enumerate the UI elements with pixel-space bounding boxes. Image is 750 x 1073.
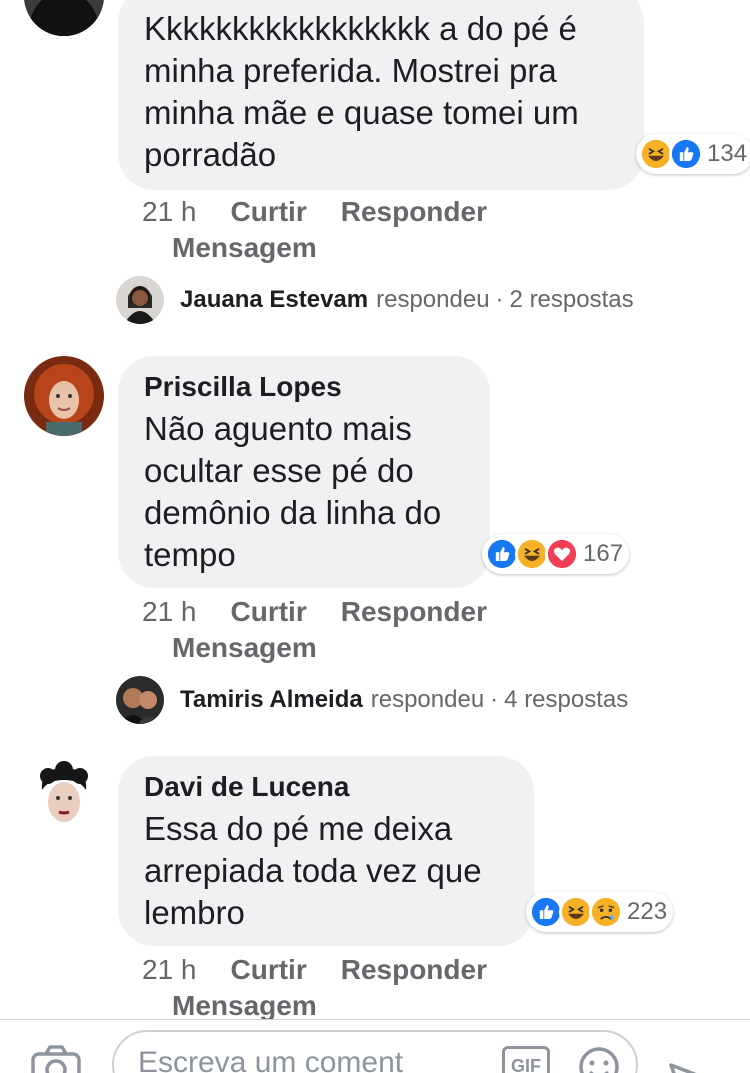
comment-bubble: Priscilla Lopes Não aguento mais ocultar… [118,356,490,588]
love-reaction-icon [545,537,579,571]
reply-author: Jauana Estevam [180,286,369,313]
reaction-summary[interactable]: 134 [636,134,750,174]
reply-count: 4 respostas [504,686,629,713]
like-reaction-icon [529,895,563,929]
reply-preview[interactable]: Jauana Estevam respondeu · 2 respostas [116,276,634,324]
camera-icon[interactable] [30,1044,82,1073]
reaction-count: 134 [707,140,748,167]
commenter-avatar[interactable] [24,0,104,36]
reaction-summary[interactable]: 167 [482,534,630,574]
like-button[interactable]: Curtir [231,954,307,985]
comment-time[interactable]: 21 h [142,596,197,627]
comment-text: Essa do pé me deixa arrepiada toda vez q… [144,810,482,931]
commenter-avatar[interactable] [24,356,104,436]
comment-time[interactable]: 21 h [142,954,197,985]
haha-reaction-icon [559,895,593,929]
reply-separator: · [495,286,504,313]
comment-author[interactable]: Davi de Lucena [144,770,508,804]
like-button[interactable]: Curtir [231,596,307,627]
comment-bubble: Kkkkkkkkkkkkkkkkk a do pé é minha prefer… [118,0,644,190]
reply-button[interactable]: Responder [341,596,487,627]
reply-separator: · [490,686,499,713]
comment-text: Não aguento mais ocultar esse pé do demô… [144,410,442,573]
emoji-icon[interactable] [578,1046,620,1073]
comment-input[interactable]: Escreva um coment [112,1030,638,1073]
reaction-summary[interactable]: 223 [526,892,674,932]
commenter-avatar[interactable] [24,756,104,836]
reaction-count: 167 [583,540,624,567]
like-reaction-icon [669,137,703,171]
send-icon[interactable] [668,1062,718,1073]
sad-reaction-icon [589,895,623,929]
reply-button[interactable]: Responder [341,196,487,227]
haha-reaction-icon [639,137,673,171]
gif-icon[interactable]: GIF [502,1046,550,1073]
reply-avatar [116,276,164,324]
comment-bubble: Davi de Lucena Essa do pé me deixa arrep… [118,756,534,946]
comment-composer: Escreva um coment GIF [0,1019,750,1073]
reply-count: 2 respostas [509,286,634,313]
reply-verb: respondeu [376,286,490,313]
message-button[interactable]: Mensagem [142,630,521,666]
comment-time[interactable]: 21 h [142,196,197,227]
like-reaction-icon [485,537,519,571]
comment-actions: 21 h Curtir Responder Mensagem [142,952,521,1024]
like-button[interactable]: Curtir [231,196,307,227]
reply-avatar [116,676,164,724]
reply-button[interactable]: Responder [341,954,487,985]
reply-author: Tamiris Almeida [180,686,363,713]
message-button[interactable]: Mensagem [142,230,521,266]
comment-text: Kkkkkkkkkkkkkkkkk a do pé é minha prefer… [144,10,579,173]
haha-reaction-icon [515,537,549,571]
reply-verb: respondeu [370,686,485,713]
reaction-count: 223 [627,898,668,925]
comment-actions: 21 h Curtir Responder Mensagem [142,194,521,266]
comment-author[interactable]: Priscilla Lopes [144,370,464,404]
comment-actions: 21 h Curtir Responder Mensagem [142,594,521,666]
reply-preview[interactable]: Tamiris Almeida respondeu · 4 respostas [116,676,628,724]
